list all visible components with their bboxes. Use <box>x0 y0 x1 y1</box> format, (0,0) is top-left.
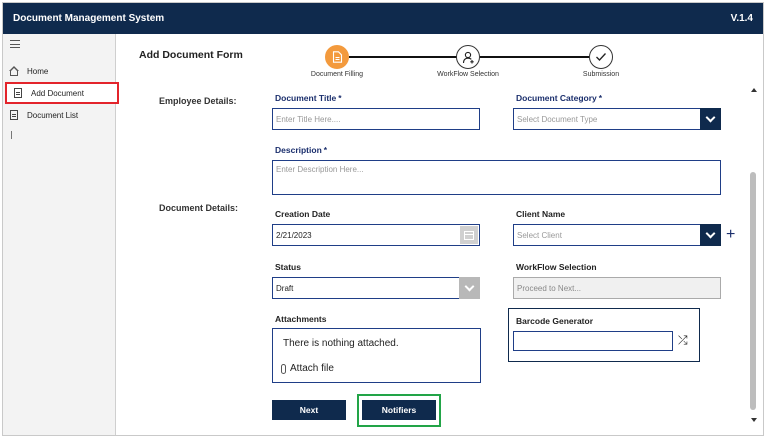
attachments-empty-text: There is nothing attached. <box>283 338 399 349</box>
step-workflow-selection[interactable] <box>456 45 480 69</box>
workflow-selection-input: Proceed to Next... <box>513 277 721 299</box>
status-select[interactable]: Draft <box>272 277 480 299</box>
client-name-label: Client Name <box>516 209 566 219</box>
top-bar: Document Management System V.1.4 <box>3 3 763 34</box>
status-label: Status <box>275 262 301 272</box>
sidebar-item-add-document[interactable]: Add Document <box>5 82 119 104</box>
document-list-icon <box>9 110 19 120</box>
calendar-icon[interactable] <box>460 226 478 244</box>
chevron-down-icon[interactable] <box>700 108 721 130</box>
step-label-document-filling: Document Filling <box>310 71 364 78</box>
sidebar-divider <box>11 131 12 139</box>
document-title-input[interactable]: Enter Title Here.... <box>272 108 480 130</box>
notifiers-button[interactable]: Notifiers <box>362 400 436 420</box>
next-button[interactable]: Next <box>272 400 346 420</box>
document-category-select[interactable]: Select Document Type <box>513 108 721 130</box>
app-window: Document Management System V.1.4 Home Ad… <box>2 2 764 436</box>
sidebar-item-label: Home <box>27 66 49 76</box>
creation-date-label: Creation Date <box>275 209 331 219</box>
shuffle-icon[interactable]: ⤮ <box>678 333 688 348</box>
barcode-input[interactable] <box>513 331 673 351</box>
section-label-employee: Employee Details: <box>159 96 237 106</box>
add-client-icon[interactable]: + <box>726 227 735 243</box>
attachments-label: Attachments <box>275 314 327 324</box>
client-name-select[interactable]: Select Client <box>513 224 721 246</box>
chevron-down-icon[interactable] <box>700 224 721 246</box>
user-add-icon <box>462 51 474 63</box>
scrollbar-thumb[interactable] <box>750 172 756 410</box>
stepper-connector <box>349 56 457 58</box>
document-category-label: Document Category * <box>516 93 603 103</box>
app-title: Document Management System <box>13 13 165 24</box>
paperclip-icon <box>281 363 286 374</box>
app-version: V.1.4 <box>730 13 753 24</box>
hamburger-menu-icon[interactable] <box>10 40 20 48</box>
home-icon <box>9 66 19 76</box>
description-textarea[interactable]: Enter Description Here... <box>272 160 721 195</box>
form-scrollbar[interactable] <box>749 86 759 422</box>
step-label-workflow-selection: WorkFlow Selection <box>437 71 499 78</box>
page-title: Add Document Form <box>139 49 243 61</box>
chevron-down-icon[interactable] <box>459 277 480 299</box>
sidebar-item-label: Add Document <box>31 88 84 98</box>
checkmark-icon <box>596 53 606 61</box>
section-label-document: Document Details: <box>159 203 239 213</box>
description-label: Description * <box>275 145 328 155</box>
attachments-box[interactable]: There is nothing attached. Attach file <box>272 328 481 383</box>
scroll-up-icon[interactable] <box>751 88 757 92</box>
step-document-filling[interactable] <box>325 45 349 69</box>
sidebar: Home Add Document Document List <box>3 34 119 435</box>
creation-date-input[interactable]: 2/21/2023 <box>272 224 480 246</box>
scroll-down-icon[interactable] <box>751 418 757 422</box>
barcode-generator-panel: Barcode Generator ⤮ <box>508 308 700 362</box>
step-submission[interactable] <box>589 45 613 69</box>
document-title-label: Document Title * <box>275 93 342 103</box>
sidebar-item-home[interactable]: Home <box>3 60 116 82</box>
step-label-submission: Submission <box>582 71 620 78</box>
main-content: Add Document Form Document Filling WorkF… <box>117 34 763 435</box>
form-scroll-area: Employee Details: Document Details: Docu… <box>117 86 763 435</box>
document-icon <box>332 51 342 63</box>
workflow-selection-label: WorkFlow Selection <box>516 262 597 272</box>
sidebar-item-document-list[interactable]: Document List <box>3 104 116 126</box>
stepper-connector <box>480 56 589 58</box>
attach-file-link[interactable]: Attach file <box>281 363 334 374</box>
document-icon <box>13 88 23 98</box>
sidebar-item-label: Document List <box>27 110 79 120</box>
barcode-generator-label: Barcode Generator <box>516 316 593 326</box>
